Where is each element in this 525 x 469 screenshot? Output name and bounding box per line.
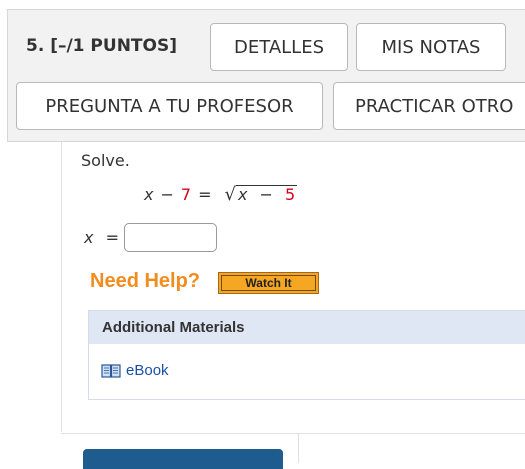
my-notes-button[interactable]: MIS NOTAS: [356, 23, 506, 71]
equation: x − 7 = √ x − 5: [144, 184, 298, 205]
practice-another-button[interactable]: PRACTICAR OTRO: [333, 82, 525, 130]
equals-sign: =: [198, 185, 212, 204]
radicand: x − 5: [235, 185, 298, 204]
content-left-border: [61, 142, 62, 432]
watch-it-button[interactable]: Watch It: [218, 272, 319, 294]
details-button[interactable]: DETALLES: [210, 23, 348, 71]
square-root: √ x − 5: [224, 184, 298, 205]
additional-materials-panel: Additional Materials eBook: [88, 310, 525, 400]
book-icon: [101, 363, 121, 378]
radicand-variable: x: [237, 185, 248, 204]
lhs-minus: −: [160, 185, 174, 204]
question-header: 5. [–/1 PUNTOS] DETALLES MIS NOTAS PREGU…: [7, 9, 525, 142]
lhs-variable: x: [144, 185, 154, 204]
need-help-label: Need Help?: [90, 270, 201, 292]
submit-button[interactable]: [83, 449, 283, 469]
radical-icon: √: [224, 184, 236, 205]
additional-materials-title: Additional Materials: [89, 311, 525, 344]
answer-equals: =: [105, 228, 119, 247]
watch-it-label: Watch It: [221, 275, 316, 291]
answer-label: x =: [84, 228, 119, 247]
ask-teacher-button[interactable]: PREGUNTA A TU PROFESOR: [16, 82, 323, 130]
ebook-link[interactable]: eBook: [101, 362, 169, 379]
radicand-minus: −: [259, 185, 273, 204]
bottom-divider-line: [61, 433, 525, 434]
answer-input[interactable]: [124, 223, 217, 252]
lhs-constant: 7: [180, 185, 192, 204]
radicand-constant: 5: [285, 185, 296, 204]
ebook-label: eBook: [126, 362, 169, 379]
bottom-vertical-divider: [298, 433, 299, 463]
problem-instruction: Solve.: [81, 151, 130, 170]
question-number-points: 5. [–/1 PUNTOS]: [26, 36, 177, 56]
answer-variable: x: [84, 228, 94, 247]
